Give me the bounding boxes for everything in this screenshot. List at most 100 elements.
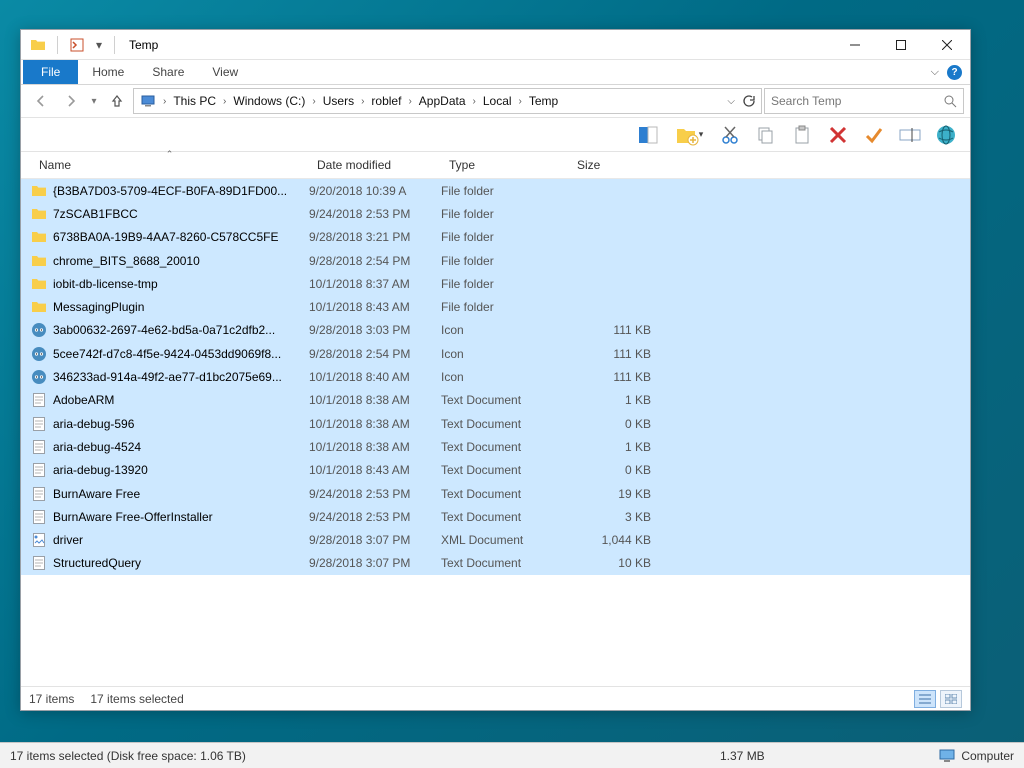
file-date: 10/1/2018 8:40 AM [309, 370, 441, 384]
pc-icon[interactable] [136, 91, 160, 111]
chevron-right-icon[interactable]: › [405, 96, 414, 107]
chevron-right-icon[interactable]: › [516, 96, 525, 107]
panes-icon[interactable] [634, 121, 662, 149]
breadcrumb-seg[interactable]: Local [479, 92, 516, 110]
file-date: 9/24/2018 2:53 PM [309, 207, 441, 221]
rename-icon[interactable] [896, 121, 924, 149]
tab-view[interactable]: View [198, 60, 252, 84]
file-date: 10/1/2018 8:38 AM [309, 393, 441, 407]
ribbon-collapse-icon[interactable]: ⌵ [931, 66, 939, 79]
minimize-button[interactable] [832, 30, 878, 60]
up-button[interactable] [103, 88, 131, 114]
file-type: Text Document [441, 440, 569, 454]
column-name[interactable]: Name⌃ [31, 152, 309, 178]
recent-dropdown-icon[interactable]: ▾ [87, 88, 101, 114]
table-row[interactable]: chrome_BITS_8688_200109/28/2018 2:54 PMF… [21, 249, 970, 272]
address-bar[interactable]: › This PC› Windows (C:)› Users› roblef› … [133, 88, 762, 114]
file-name: AdobeARM [53, 393, 114, 407]
file-name: 5cee742f-d7c8-4f5e-9424-0453dd9069f8... [53, 347, 281, 361]
table-row[interactable]: StructuredQuery9/28/2018 3:07 PMText Doc… [21, 552, 970, 575]
select-icon[interactable] [860, 121, 888, 149]
cut-icon[interactable] [716, 121, 744, 149]
txt-icon [31, 439, 47, 455]
folder-icon [31, 253, 47, 269]
file-size: 1,044 KB [569, 533, 663, 547]
navbar: ▾ › This PC› Windows (C:)› Users› roblef… [21, 85, 970, 118]
column-type[interactable]: Type [441, 152, 569, 178]
breadcrumb-seg[interactable]: Users [319, 92, 358, 110]
table-row[interactable]: aria-debug-59610/1/2018 8:38 AMText Docu… [21, 412, 970, 435]
search-input[interactable]: Search Temp [764, 88, 964, 114]
new-folder-icon[interactable]: ▾ [670, 121, 708, 149]
file-type: File folder [441, 300, 569, 314]
table-row[interactable]: 7zSCAB1FBCC9/24/2018 2:53 PMFile folder [21, 202, 970, 225]
godot-icon [31, 322, 47, 338]
globe-icon[interactable] [932, 121, 960, 149]
file-name: aria-debug-13920 [53, 463, 148, 477]
breadcrumb-seg[interactable]: Windows (C:) [229, 92, 309, 110]
titlebar[interactable]: ▾ Temp [21, 30, 970, 60]
table-row[interactable]: aria-debug-452410/1/2018 8:38 AMText Doc… [21, 435, 970, 458]
search-placeholder: Search Temp [771, 94, 841, 108]
file-size: 3 KB [569, 510, 663, 524]
chevron-right-icon[interactable]: › [309, 96, 318, 107]
column-size[interactable]: Size [569, 152, 651, 178]
tab-share[interactable]: Share [138, 60, 198, 84]
command-toolbar: ▾ [21, 118, 970, 152]
file-date: 10/1/2018 8:38 AM [309, 417, 441, 431]
folder-icon [31, 206, 47, 222]
status-size: 1.37 MB [720, 749, 765, 763]
chevron-right-icon[interactable]: › [160, 96, 169, 107]
delete-icon[interactable] [824, 121, 852, 149]
table-row[interactable]: driver9/28/2018 3:07 PMXML Document1,044… [21, 528, 970, 551]
table-row[interactable]: 6738BA0A-19B9-4AA7-8260-C578CC5FE9/28/20… [21, 226, 970, 249]
table-row[interactable]: 346233ad-914a-49f2-ae77-d1bc2075e69...10… [21, 365, 970, 388]
file-date: 9/28/2018 2:54 PM [309, 254, 441, 268]
app-icon[interactable] [27, 34, 49, 56]
breadcrumb-seg[interactable]: This PC [169, 92, 220, 110]
table-row[interactable]: {B3BA7D03-5709-4ECF-B0FA-89D1FD00...9/20… [21, 179, 970, 202]
chevron-right-icon[interactable]: › [358, 96, 367, 107]
breadcrumb-seg[interactable]: Temp [525, 92, 562, 110]
status-disk: 17 items selected (Disk free space: 1.06… [10, 749, 246, 763]
back-button[interactable] [27, 88, 55, 114]
table-row[interactable]: iobit-db-license-tmp10/1/2018 8:37 AMFil… [21, 272, 970, 295]
table-row[interactable]: 3ab00632-2697-4e62-bd5a-0a71c2dfb2...9/2… [21, 319, 970, 342]
file-name: iobit-db-license-tmp [53, 277, 158, 291]
address-dropdown-icon[interactable]: ⌵ [727, 96, 735, 107]
paste-icon[interactable] [788, 121, 816, 149]
chevron-right-icon[interactable]: › [220, 96, 229, 107]
txt-icon [31, 509, 47, 525]
godot-icon [31, 346, 47, 362]
search-icon[interactable] [943, 94, 957, 108]
breadcrumb-seg[interactable]: roblef [367, 92, 405, 110]
tab-home[interactable]: Home [78, 60, 138, 84]
file-size: 0 KB [569, 463, 663, 477]
qat-properties-icon[interactable] [66, 34, 88, 56]
maximize-button[interactable] [878, 30, 924, 60]
file-name: aria-debug-596 [53, 417, 134, 431]
copy-icon[interactable] [752, 121, 780, 149]
tab-file[interactable]: File [23, 60, 78, 84]
column-date[interactable]: Date modified [309, 152, 441, 178]
view-icons-button[interactable] [940, 690, 962, 708]
table-row[interactable]: BurnAware Free-OfferInstaller9/24/2018 2… [21, 505, 970, 528]
file-list[interactable]: {B3BA7D03-5709-4ECF-B0FA-89D1FD00...9/20… [21, 179, 970, 686]
breadcrumb-seg[interactable]: AppData [415, 92, 470, 110]
table-row[interactable]: BurnAware Free9/24/2018 2:53 PMText Docu… [21, 482, 970, 505]
qat-dropdown-icon[interactable]: ▾ [92, 34, 106, 56]
file-date: 9/24/2018 2:53 PM [309, 510, 441, 524]
file-type: File folder [441, 184, 569, 198]
table-row[interactable]: 5cee742f-d7c8-4f5e-9424-0453dd9069f8...9… [21, 342, 970, 365]
view-details-button[interactable] [914, 690, 936, 708]
help-icon[interactable]: ? [947, 65, 962, 80]
close-button[interactable] [924, 30, 970, 60]
refresh-icon[interactable] [741, 94, 755, 108]
forward-button[interactable] [57, 88, 85, 114]
folder-icon [31, 183, 47, 199]
file-name: BurnAware Free [53, 487, 140, 501]
chevron-right-icon[interactable]: › [470, 96, 479, 107]
table-row[interactable]: AdobeARM10/1/2018 8:38 AMText Document1 … [21, 389, 970, 412]
table-row[interactable]: MessagingPlugin10/1/2018 8:43 AMFile fol… [21, 295, 970, 318]
table-row[interactable]: aria-debug-1392010/1/2018 8:43 AMText Do… [21, 459, 970, 482]
